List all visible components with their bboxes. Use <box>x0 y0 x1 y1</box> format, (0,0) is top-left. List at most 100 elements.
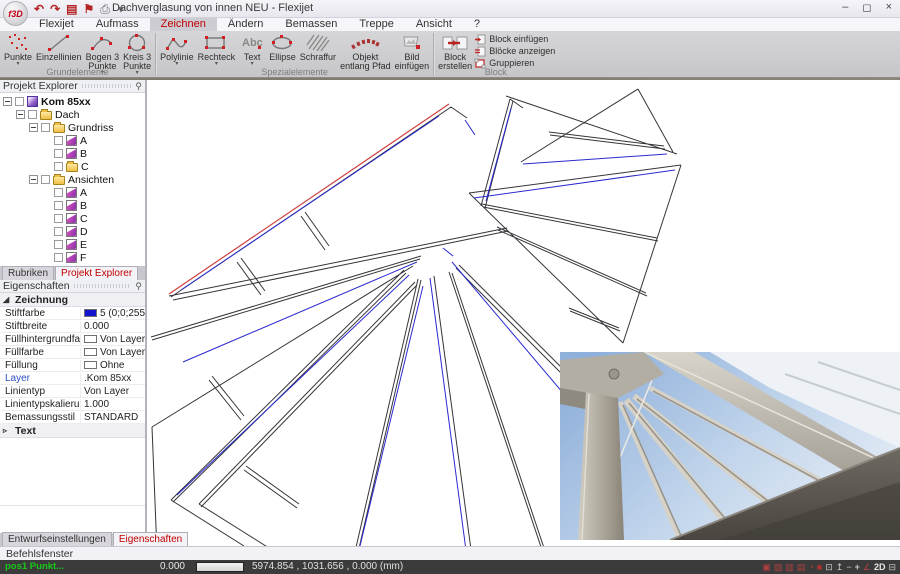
objekt-entlang-pfad-button[interactable]: Objekt entlang Pfad <box>338 32 393 71</box>
menu-flexijet[interactable]: Flexijet <box>28 18 85 31</box>
checkbox[interactable] <box>54 253 63 262</box>
prop-stiftbreite[interactable]: Stiftbreite 0.000 <box>0 320 145 333</box>
checkbox[interactable] <box>41 175 50 184</box>
menu-zeichnen[interactable]: Zeichnen <box>150 18 217 31</box>
pin-icon[interactable]: ⚲ <box>135 281 142 292</box>
tab-projekt-explorer[interactable]: Projekt Explorer <box>55 266 138 280</box>
prop-fuellhintergrundfarbe[interactable]: Füllhintergrundfarbe Von Layer <box>0 333 145 346</box>
section-expanded-icon[interactable]: ◢ <box>3 295 11 304</box>
tree-item-ansicht-d[interactable]: D <box>0 225 145 238</box>
tree-item-ansicht-a[interactable]: A <box>0 186 145 199</box>
zoom-out-icon[interactable]: − <box>846 562 851 572</box>
level-icon[interactable]: ∠ <box>863 562 871 572</box>
collapse-icon[interactable] <box>16 110 25 119</box>
tree-item-ansicht-f[interactable]: F <box>0 251 145 264</box>
undo-icon[interactable]: ↶ <box>34 2 44 16</box>
prop-layer[interactable]: Layer .Kom 85xx <box>0 372 145 385</box>
punkte-button[interactable]: Punkte ▾ <box>2 32 34 67</box>
snap-center-icon[interactable]: ▥ <box>785 562 794 572</box>
snap-endpoint-icon[interactable]: ▣ <box>762 562 771 572</box>
ellipse-button[interactable]: Ellipse <box>267 32 298 62</box>
maximize-button[interactable]: ◻ <box>862 1 871 14</box>
snap-intersection-icon[interactable]: ▤ <box>797 562 806 572</box>
schraffur-button[interactable]: Schraffur <box>298 32 338 62</box>
tree-item-grundriss-b[interactable]: B <box>0 147 145 160</box>
dropdown-arrow-icon[interactable]: ▾ <box>215 62 218 67</box>
cursor-coordinates: 5974.854 , 1031.656 , 0.000 (mm) <box>252 561 403 572</box>
checkbox[interactable] <box>54 240 63 249</box>
polylinie-button[interactable]: Polylinie ▾ <box>158 32 196 67</box>
checkbox[interactable] <box>54 149 63 158</box>
app-logo[interactable]: f3D <box>3 1 28 26</box>
dropdown-arrow-icon[interactable]: ▾ <box>251 62 254 67</box>
monitor-icon[interactable]: ⊟ <box>888 562 896 572</box>
prop-linientyp[interactable]: Linientyp Von Layer <box>0 385 145 398</box>
checkbox[interactable] <box>54 201 63 210</box>
mode-2d-toggle[interactable]: 2D <box>874 562 886 572</box>
command-window[interactable]: Befehlsfenster <box>0 546 900 560</box>
prop-stiftfarbe[interactable]: Stiftfarbe 5 (0;0;255) <box>0 307 145 320</box>
tab-eigenschaften[interactable]: Eigenschaften <box>113 532 188 546</box>
checkbox[interactable] <box>54 188 63 197</box>
tree-item-ansicht-e[interactable]: E <box>0 238 145 251</box>
dropdown-arrow-icon[interactable]: ▾ <box>17 62 20 67</box>
tree-item-grundriss[interactable]: Grundriss <box>0 121 145 134</box>
panel-tabs-bottom: Entwurfseinstellungen Eigenschaften <box>0 533 145 546</box>
collapse-icon[interactable] <box>29 123 38 132</box>
einzellinien-button[interactable]: Einzellinien <box>34 32 84 62</box>
redo-icon[interactable]: ↷ <box>50 2 60 16</box>
section-collapsed-icon[interactable]: ▹ <box>3 426 11 435</box>
menu-aendern[interactable]: Ändern <box>217 18 274 31</box>
seal-icon[interactable]: ⚑ <box>83 2 94 16</box>
checkbox[interactable] <box>54 227 63 236</box>
prop-linientypskalierung[interactable]: Linientypskalierung 1.000 <box>0 398 145 411</box>
menu-treppe[interactable]: Treppe <box>348 18 404 31</box>
grid-snap-icon[interactable]: ⊡ <box>825 562 833 572</box>
section-zeichnung[interactable]: ◢ Zeichnung <box>0 293 145 307</box>
tab-entwurfseinstellungen[interactable]: Entwurfseinstellungen <box>2 532 112 546</box>
checkbox[interactable] <box>54 162 63 171</box>
block-erstellen-button[interactable]: Block erstellen <box>436 32 474 71</box>
collapse-icon[interactable] <box>29 175 38 184</box>
tab-rubriken[interactable]: Rubriken <box>2 266 54 280</box>
minimize-button[interactable]: – <box>842 1 848 14</box>
menu-ansicht[interactable]: Ansicht <box>405 18 463 31</box>
tree-item-grundriss-c[interactable]: C <box>0 160 145 173</box>
close-button[interactable]: × <box>886 1 892 14</box>
checkbox[interactable] <box>41 123 50 132</box>
prop-fuellfarbe[interactable]: Füllfarbe Von Layer <box>0 346 145 359</box>
tree-item-ansicht-b[interactable]: B <box>0 199 145 212</box>
save-icon[interactable]: ▤ <box>66 2 77 16</box>
prop-fuellung[interactable]: Füllung Ohne <box>0 359 145 372</box>
tree-item-ansichten[interactable]: Ansichten <box>0 173 145 186</box>
pin-icon[interactable]: ⚲ <box>135 81 142 92</box>
dropdown-arrow-icon[interactable]: ▾ <box>175 62 178 67</box>
text-button[interactable]: Abc Text ▾ <box>237 32 267 67</box>
block-einfuegen-button[interactable]: Block einfügen <box>474 34 555 45</box>
status-input-field[interactable] <box>196 562 244 572</box>
tree-item-grundriss-a[interactable]: A <box>0 134 145 147</box>
rechteck-button[interactable]: Rechteck ▾ <box>196 32 238 67</box>
tree-item-root[interactable]: Kom 85xx <box>0 95 145 108</box>
solid-block-icon[interactable]: ■ <box>817 562 822 572</box>
checkbox[interactable] <box>54 136 63 145</box>
checkbox[interactable] <box>28 110 37 119</box>
bild-einfuegen-button[interactable]: Bild einfügen <box>393 32 432 71</box>
menu-aufmass[interactable]: Aufmass <box>85 18 150 31</box>
drawing-canvas[interactable] <box>149 80 900 546</box>
menu-bemassen[interactable]: Bemassen <box>274 18 348 31</box>
menu-help[interactable]: ? <box>463 18 491 31</box>
collapse-icon[interactable] <box>3 97 12 106</box>
zoom-in-icon[interactable]: + <box>855 562 860 572</box>
sphere-mode-icon[interactable]: ◔ <box>808 562 813 572</box>
print-icon[interactable]: ⎙ <box>100 2 110 16</box>
tree-item-dach[interactable]: Dach <box>0 108 145 121</box>
plumb-icon[interactable]: ↥ <box>836 562 844 572</box>
snap-midpoint-icon[interactable]: ▨ <box>774 562 783 572</box>
prop-bemassungsstil[interactable]: Bemassungsstil STANDARD <box>0 411 145 424</box>
checkbox[interactable] <box>15 97 24 106</box>
checkbox[interactable] <box>54 214 63 223</box>
bloecke-anzeigen-button[interactable]: Blöcke anzeigen <box>474 46 555 57</box>
tree-item-ansicht-c[interactable]: C <box>0 212 145 225</box>
section-text[interactable]: ▹ Text <box>0 424 145 438</box>
